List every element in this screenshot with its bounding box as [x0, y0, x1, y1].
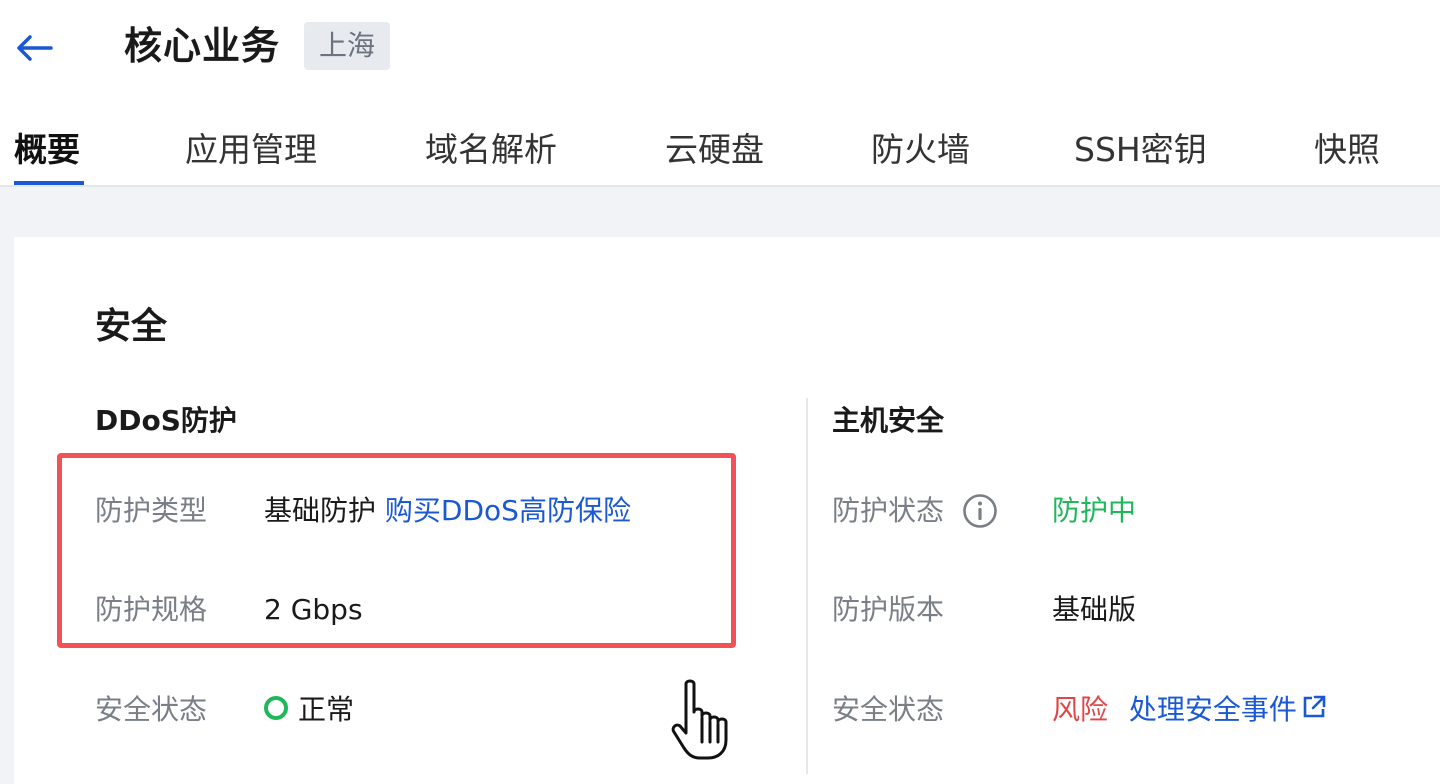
ddos-title: DDoS防护	[95, 404, 237, 437]
host-security-title: 主机安全	[832, 404, 945, 437]
ddos-status-value: 正常	[264, 691, 354, 729]
host-protect-status-value: 防护中	[1052, 494, 1137, 527]
ddos-status-label: 安全状态	[95, 693, 208, 726]
host-version-label: 防护版本	[832, 593, 945, 626]
ddos-status-text: 正常	[298, 693, 355, 726]
host-status-label: 安全状态	[832, 693, 945, 726]
host-version-value: 基础版	[1052, 593, 1137, 626]
handle-security-events-text: 处理安全事件	[1128, 693, 1297, 726]
highlight-box	[57, 453, 736, 648]
tab-snapshots[interactable]: 快照	[1314, 128, 1380, 172]
column-divider	[806, 398, 808, 774]
host-protect-status-label: 防护状态	[832, 494, 945, 527]
active-tab-indicator	[14, 181, 84, 185]
tab-overview[interactable]: 概要	[14, 128, 80, 172]
info-circle-icon[interactable]	[962, 493, 998, 529]
tab-dns[interactable]: 域名解析	[425, 128, 557, 172]
host-status-risk: 风险	[1052, 693, 1109, 726]
arrow-left-icon	[17, 35, 53, 61]
status-ok-icon	[264, 696, 288, 720]
tab-app-management[interactable]: 应用管理	[185, 128, 317, 172]
hand-pointer-icon	[671, 679, 728, 760]
tab-cloud-disk[interactable]: 云硬盘	[665, 128, 764, 172]
page-header: 核心业务 上海 概要 应用管理 域名解析 云硬盘 防火墙 SSH密钥 快照	[0, 0, 1440, 187]
handle-security-events-link[interactable]: 处理安全事件	[1129, 693, 1327, 726]
region-badge: 上海	[304, 22, 391, 70]
host-status-value: 风险 处理安全事件	[1052, 691, 1327, 729]
back-button[interactable]	[12, 26, 56, 70]
tab-ssh-keys[interactable]: SSH密钥	[1074, 128, 1207, 172]
tab-bar: 概要 应用管理 域名解析 云硬盘 防火墙 SSH密钥 快照	[0, 122, 1440, 187]
page-title: 核心业务	[124, 24, 281, 68]
section-title-security: 安全	[95, 306, 168, 347]
external-link-icon	[1303, 695, 1326, 718]
tab-firewall[interactable]: 防火墙	[871, 128, 970, 172]
